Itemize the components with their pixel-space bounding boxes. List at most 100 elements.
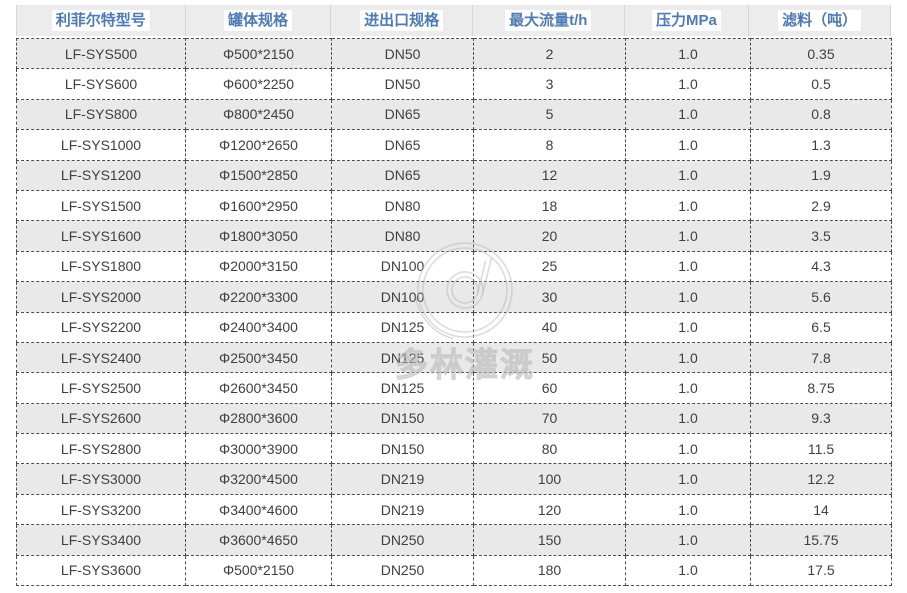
table-cell: Φ1600*2950 (186, 190, 332, 220)
table-cell: 20 (474, 221, 626, 251)
table-cell: 1.0 (626, 525, 751, 555)
table-cell: 1.0 (626, 312, 751, 342)
table-cell: LF-SYS3600 (17, 555, 186, 585)
table-cell: 150 (474, 525, 626, 555)
product-spec-page: 利菲尔特型号 罐体规格 进出口规格 最大流量t/h 压力MPa 滤料（吨） (0, 0, 907, 593)
table-cell: DN80 (332, 221, 474, 251)
table-cell: 1.0 (626, 494, 751, 524)
table-cell: DN250 (332, 525, 474, 555)
table-cell: 1.0 (626, 434, 751, 464)
table-row: LF-SYS2800Φ3000*3900DN150801.011.5 (17, 434, 892, 464)
table-row: LF-SYS3200Φ3400*4600DN2191201.014 (17, 494, 892, 524)
table-cell: Φ2000*3150 (186, 251, 332, 281)
table-cell: DN65 (332, 160, 474, 190)
table-cell: LF-SYS3200 (17, 494, 186, 524)
table-cell: LF-SYS1200 (17, 160, 186, 190)
table-cell: 1.9 (751, 160, 892, 190)
table-cell: 3 (474, 69, 626, 99)
table-row: LF-SYS1500Φ1600*2950DN80181.02.9 (17, 190, 892, 220)
column-header-pressure: 压力MPa (625, 5, 750, 36)
column-header-tank-spec: 罐体规格 (186, 5, 332, 36)
table-row: LF-SYS600Φ600*2250DN5031.00.5 (17, 69, 892, 99)
table-cell: Φ2500*3450 (186, 342, 332, 372)
table-cell: Φ2800*3600 (186, 403, 332, 433)
table-cell: 5 (474, 99, 626, 129)
table-cell: 0.35 (751, 39, 892, 69)
table-cell: 3.5 (751, 221, 892, 251)
table-cell: LF-SYS3400 (17, 525, 186, 555)
table-cell: 1.0 (626, 251, 751, 281)
column-header-label: 罐体规格 (224, 10, 292, 31)
table-cell: 9.3 (751, 403, 892, 433)
table-cell: LF-SYS600 (17, 69, 186, 99)
table-cell: Φ600*2250 (186, 69, 332, 99)
table-cell: 7.8 (751, 342, 892, 372)
table-cell: Φ1200*2650 (186, 130, 332, 160)
column-header-model: 利菲尔特型号 (17, 5, 186, 36)
table-cell: 1.3 (751, 130, 892, 160)
table-cell: DN50 (332, 39, 474, 69)
table-cell: 1.0 (626, 39, 751, 69)
table-row: LF-SYS2400Φ2500*3450DN125501.07.8 (17, 342, 892, 372)
column-header-label: 进出口规格 (360, 10, 443, 31)
table-cell: DN125 (332, 342, 474, 372)
table-cell: 1.0 (626, 130, 751, 160)
table-cell: DN125 (332, 373, 474, 403)
table-cell: 120 (474, 494, 626, 524)
table-cell: LF-SYS2800 (17, 434, 186, 464)
table-cell: LF-SYS1800 (17, 251, 186, 281)
table-cell: 180 (474, 555, 626, 585)
table-cell: 1.0 (626, 160, 751, 190)
table-cell: Φ3600*4650 (186, 525, 332, 555)
table-cell: 1.0 (626, 342, 751, 372)
table-cell: 1.0 (626, 373, 751, 403)
table-cell: Φ2400*3400 (186, 312, 332, 342)
column-header-label: 滤料（吨） (778, 10, 861, 31)
table-cell: DN65 (332, 99, 474, 129)
table-row: LF-SYS500Φ500*2150DN5021.00.35 (17, 39, 892, 69)
table-row: LF-SYS3000Φ3200*4500DN2191001.012.2 (17, 464, 892, 494)
table-cell: 60 (474, 373, 626, 403)
table-cell: 25 (474, 251, 626, 281)
table-cell: 0.8 (751, 99, 892, 129)
table-header: 利菲尔特型号 罐体规格 进出口规格 最大流量t/h 压力MPa 滤料（吨） (16, 5, 891, 36)
column-header-filter-media: 滤料（吨） (749, 5, 890, 36)
table-cell: 18 (474, 190, 626, 220)
table-cell: 70 (474, 403, 626, 433)
column-header-label: 压力MPa (652, 10, 721, 31)
table-cell: Φ3000*3900 (186, 434, 332, 464)
table-row: LF-SYS3600Φ500*2150DN2501801.017.5 (17, 555, 892, 585)
table-cell: 15.75 (751, 525, 892, 555)
table-cell: 1.0 (626, 221, 751, 251)
table-cell: DN219 (332, 494, 474, 524)
table-cell: DN80 (332, 190, 474, 220)
table-row: LF-SYS1000Φ1200*2650DN6581.01.3 (17, 130, 892, 160)
table-cell: 2.9 (751, 190, 892, 220)
table-cell: LF-SYS3000 (17, 464, 186, 494)
table-cell: LF-SYS2000 (17, 282, 186, 312)
table-row: LF-SYS2200Φ2400*3400DN125401.06.5 (17, 312, 892, 342)
table-cell: 1.0 (626, 464, 751, 494)
table-row: LF-SYS2000Φ2200*3300DN100301.05.6 (17, 282, 892, 312)
table-row: LF-SYS1200Φ1500*2850DN65121.01.9 (17, 160, 892, 190)
table-cell: DN100 (332, 282, 474, 312)
table-cell: 12 (474, 160, 626, 190)
table-row: LF-SYS1600Φ1800*3050DN80201.03.5 (17, 221, 892, 251)
table-cell: Φ1500*2850 (186, 160, 332, 190)
table-cell: 1.0 (626, 555, 751, 585)
table-cell: 8.75 (751, 373, 892, 403)
table-cell: 100 (474, 464, 626, 494)
table-cell: LF-SYS500 (17, 39, 186, 69)
table-row: LF-SYS3400Φ3600*4650DN2501501.015.75 (17, 525, 892, 555)
table-cell: 4.3 (751, 251, 892, 281)
column-header-max-flow: 最大流量t/h (473, 5, 625, 36)
table-cell: Φ2200*3300 (186, 282, 332, 312)
table-cell: 50 (474, 342, 626, 372)
table-cell: LF-SYS1600 (17, 221, 186, 251)
table-cell: Φ500*2150 (186, 39, 332, 69)
table-cell: 12.2 (751, 464, 892, 494)
table-cell: LF-SYS800 (17, 99, 186, 129)
table-cell: LF-SYS1000 (17, 130, 186, 160)
table-cell: Φ2600*3450 (186, 373, 332, 403)
table-row: LF-SYS800Φ800*2450DN6551.00.8 (17, 99, 892, 129)
